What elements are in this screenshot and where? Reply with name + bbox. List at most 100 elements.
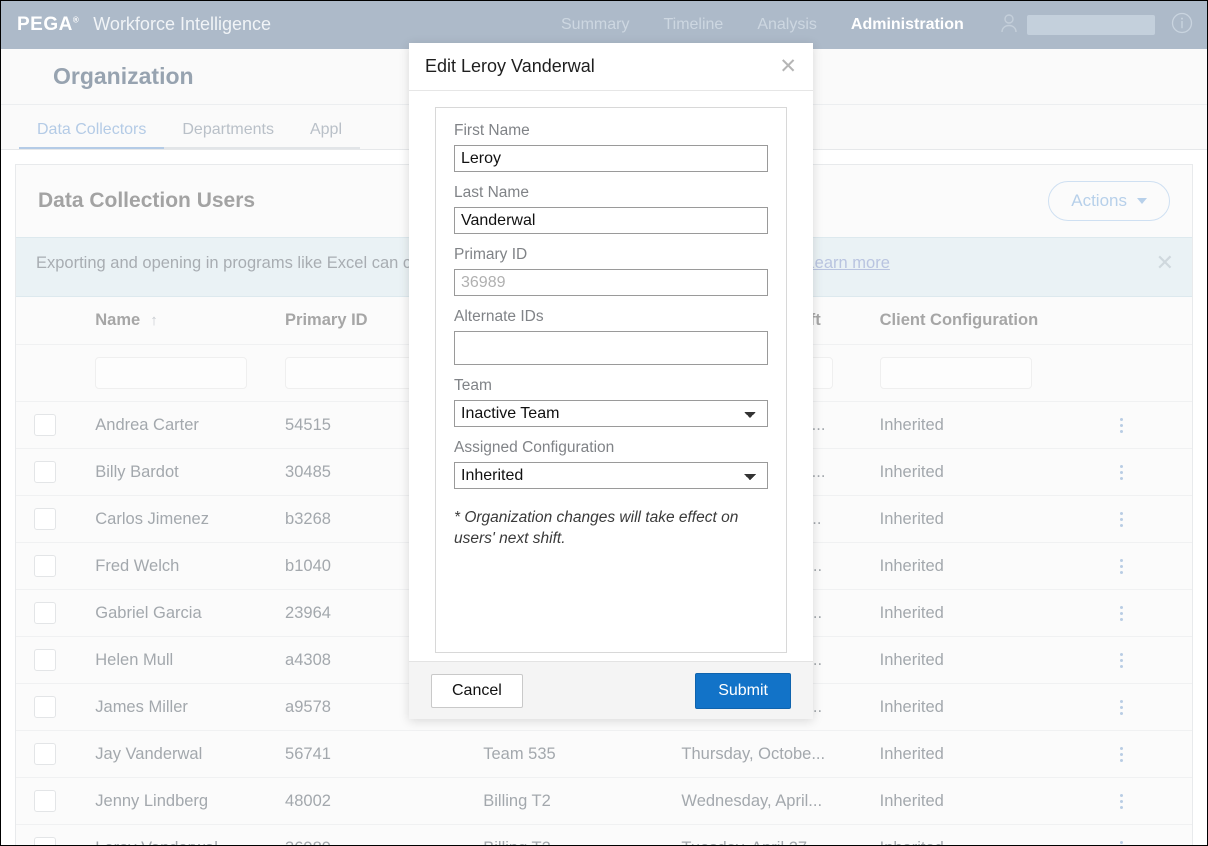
filter-cell-blank <box>16 344 96 402</box>
row-checkbox[interactable] <box>34 555 56 577</box>
row-checkbox[interactable] <box>34 649 56 671</box>
row-checkbox[interactable] <box>34 743 56 765</box>
cell-name: Andrea Carter <box>95 401 286 449</box>
cell-row-actions <box>1119 401 1192 449</box>
row-checkbox[interactable] <box>34 461 56 483</box>
first-name-field[interactable] <box>454 145 768 172</box>
cell-name: James Miller <box>95 683 286 731</box>
cell-primary-id: 56741 <box>285 730 484 778</box>
submit-button[interactable]: Submit <box>695 672 791 709</box>
actions-button[interactable]: Actions <box>1048 181 1170 221</box>
tab-applications[interactable]: Appl <box>291 121 360 149</box>
cell-client-configuration: Inherited <box>879 495 1120 543</box>
edit-user-fieldset: First Name Last Name Primary ID Alternat… <box>435 107 787 653</box>
primary-nav: Summary Timeline Analysis Administration <box>561 1 964 49</box>
row-actions-menu-icon[interactable] <box>1119 699 1192 715</box>
row-checkbox[interactable] <box>34 414 56 436</box>
cancel-button[interactable]: Cancel <box>431 673 523 708</box>
assigned-configuration-label: Assigned Configuration <box>454 439 615 456</box>
row-select-cell <box>16 683 96 731</box>
brand: PEGA® Workforce Intelligence <box>17 14 271 36</box>
cell-client-configuration: Inherited <box>879 448 1120 496</box>
nav-link-analysis[interactable]: Analysis <box>757 16 817 34</box>
cell-team: Billing T2 <box>483 777 682 825</box>
first-name-label: First Name <box>454 122 530 139</box>
header-select-all <box>16 297 96 345</box>
modal-title: Edit Leroy Vanderwal <box>425 56 595 76</box>
cell-row-actions <box>1119 542 1192 590</box>
table-row[interactable]: Jay Vanderwal 56741 Team 535 Thursday, Octo… <box>16 730 1192 778</box>
header-name-label: Name <box>95 311 141 329</box>
page-title: Organization <box>53 63 194 89</box>
row-checkbox[interactable] <box>34 837 56 845</box>
row-actions-menu-icon[interactable] <box>1119 464 1192 480</box>
last-name-label: Last Name <box>454 184 529 201</box>
modal-footer: Cancel Submit <box>409 661 813 719</box>
assigned-configuration-select[interactable]: Inherited <box>454 462 768 489</box>
row-select-cell <box>16 589 96 637</box>
cell-most-recent-shift: Tuesday, April 27,... <box>681 824 880 845</box>
row-actions-menu-icon[interactable] <box>1119 605 1192 621</box>
cell-client-configuration: Inherited <box>879 542 1120 590</box>
cell-name: Leroy Vanderwal <box>95 824 286 845</box>
header-client-configuration[interactable]: Client Configuration <box>879 297 1120 345</box>
modal-header: Edit Leroy Vanderwal ✕ <box>409 43 813 91</box>
nav-link-timeline[interactable]: Timeline <box>663 16 723 34</box>
cell-name: Jenny Lindberg <box>95 777 286 825</box>
cell-row-actions <box>1119 683 1192 731</box>
row-actions-menu-icon[interactable] <box>1119 793 1192 809</box>
row-checkbox[interactable] <box>34 602 56 624</box>
row-checkbox[interactable] <box>34 790 56 812</box>
row-actions-menu-icon[interactable] <box>1119 746 1192 762</box>
row-checkbox[interactable] <box>34 508 56 530</box>
filter-cell-config <box>879 344 1120 402</box>
tab-data-collectors[interactable]: Data Collectors <box>19 121 165 149</box>
cell-client-configuration: Inherited <box>879 777 1120 825</box>
alternate-ids-label: Alternate IDs <box>454 308 544 325</box>
user-menu[interactable] <box>1000 13 1155 38</box>
row-actions-menu-icon[interactable] <box>1119 840 1192 846</box>
modal-close-icon[interactable]: ✕ <box>779 56 797 77</box>
cell-row-actions <box>1119 824 1192 846</box>
cell-primary-id: 48002 <box>285 777 484 825</box>
row-select-cell <box>16 824 96 845</box>
filter-input-client-configuration[interactable] <box>879 357 1032 389</box>
row-select-cell <box>16 401 96 449</box>
last-name-field[interactable] <box>454 207 768 234</box>
alternate-ids-field[interactable] <box>454 331 768 365</box>
tab-label: Departments <box>182 121 274 138</box>
team-label: Team <box>454 377 492 394</box>
banner-close-icon[interactable]: ✕ <box>1156 252 1174 274</box>
row-select-cell <box>16 542 96 590</box>
tab-underline <box>291 147 360 149</box>
row-checkbox[interactable] <box>34 696 56 718</box>
person-icon <box>1000 13 1018 38</box>
actions-button-label: Actions <box>1071 191 1127 210</box>
edit-user-modal: Edit Leroy Vanderwal ✕ First Name Last N… <box>409 43 813 719</box>
nav-link-administration[interactable]: Administration <box>851 16 964 34</box>
cell-client-configuration: Inherited <box>879 730 1120 778</box>
cell-client-configuration: Inherited <box>879 683 1120 731</box>
info-circle-icon[interactable] <box>1171 12 1193 39</box>
user-name-redacted <box>1027 15 1155 35</box>
cell-most-recent-shift: Wednesday, April... <box>681 777 880 825</box>
row-actions-menu-icon[interactable] <box>1119 511 1192 527</box>
tab-departments[interactable]: Departments <box>164 121 292 149</box>
cell-most-recent-shift: Thursday, Octobe... <box>681 730 880 778</box>
tab-label: Data Collectors <box>37 121 147 138</box>
row-select-cell <box>16 636 96 684</box>
filter-input-name[interactable] <box>95 357 248 389</box>
header-name[interactable]: Name ↑ <box>95 297 286 345</box>
team-select[interactable]: Inactive Team <box>454 400 768 427</box>
learn-more-link[interactable]: Learn more <box>806 254 890 272</box>
cell-team: Team 535 <box>483 730 682 778</box>
row-actions-menu-icon[interactable] <box>1119 417 1192 433</box>
table-row[interactable]: Jenny Lindberg 48002 Billing T2 Wednesday, … <box>16 777 1192 825</box>
cell-row-actions <box>1119 589 1192 637</box>
table-row[interactable]: Leroy Vanderwal36989Billing T2Tuesday, A… <box>16 824 1192 846</box>
row-actions-menu-icon[interactable] <box>1119 558 1192 574</box>
cell-team: Billing T2 <box>483 824 682 845</box>
tab-underline <box>19 147 165 149</box>
row-actions-menu-icon[interactable] <box>1119 652 1192 668</box>
nav-link-summary[interactable]: Summary <box>561 16 629 34</box>
